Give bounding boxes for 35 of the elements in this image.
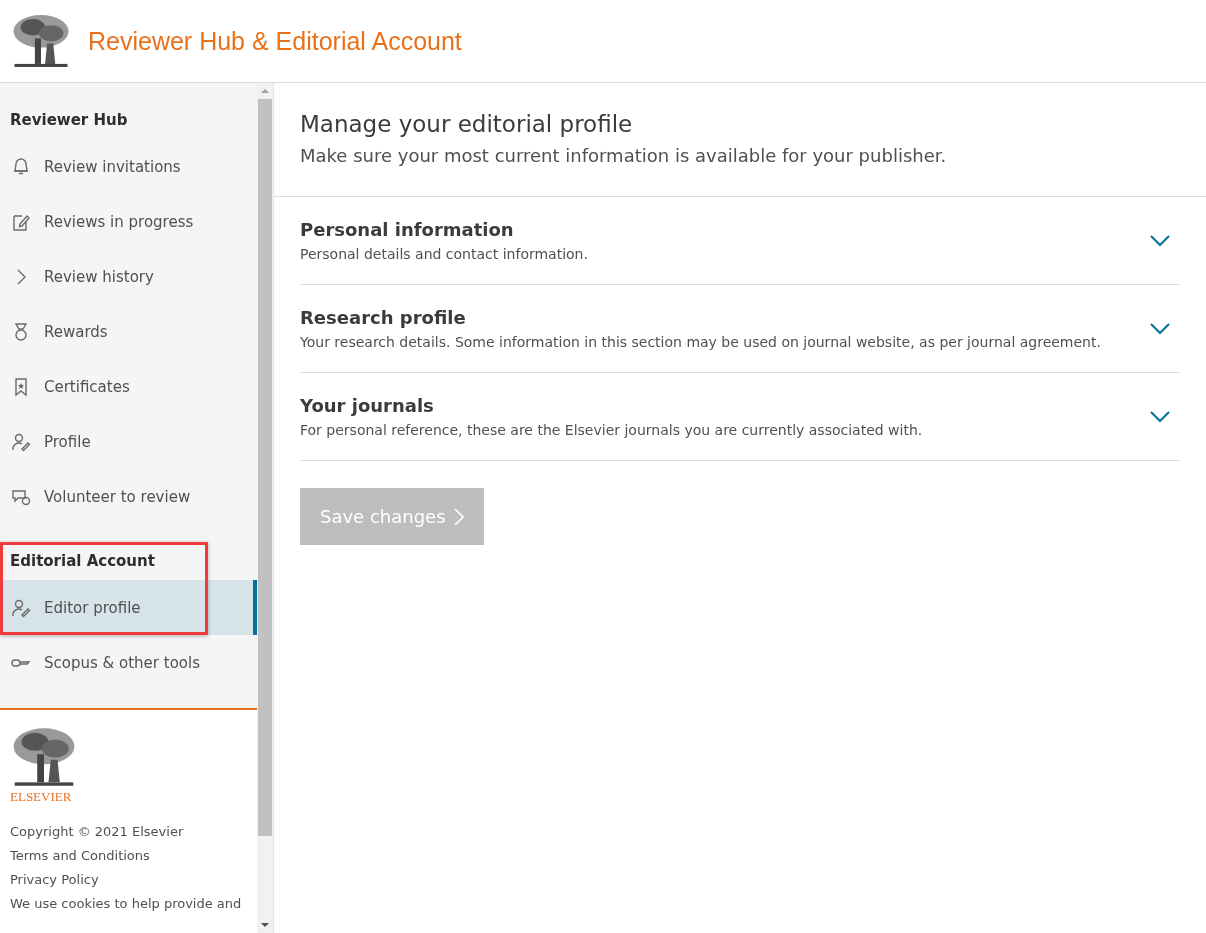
sidebar-item[interactable]: Certificates <box>0 359 257 414</box>
sidebar-item[interactable]: Review invitations <box>0 139 257 194</box>
scrollbar[interactable] <box>257 83 274 933</box>
page-subtitle: Make sure your most current information is available for your publisher. <box>300 145 948 166</box>
chevron-down-icon <box>1150 322 1170 335</box>
footer-text: We use cookies to help provide and <box>10 896 243 911</box>
accordion-description: Personal details and contact information. <box>300 246 588 262</box>
sidebar-item[interactable]: Reviews in progress <box>0 194 257 249</box>
accordion-title: Your journals <box>300 395 435 416</box>
scroll-up-icon[interactable] <box>260 86 270 96</box>
footer-text: Privacy Policy <box>10 872 100 887</box>
accordion-title: Research profile <box>300 307 467 328</box>
accordion-description: For personal reference, these are the Elsevier journals you are currently associated with. <box>300 422 923 438</box>
accordion-header[interactable]: Personal information Personal details and contact information. <box>300 197 1180 285</box>
chevron-down-icon <box>1150 410 1170 423</box>
section-heading: Reviewer Hub <box>9 110 129 131</box>
page-title: Manage your editorial profile <box>300 111 634 137</box>
logo-text: ELSEVIER <box>10 789 73 805</box>
sidebar-item[interactable]: Review history <box>0 249 257 304</box>
section-heading: Editorial Account <box>9 551 156 572</box>
chevron-right-icon <box>453 507 464 526</box>
scroll-down-icon[interactable] <box>260 920 270 930</box>
sidebar-item[interactable]: Rewards <box>0 304 257 359</box>
footer-text: Copyright © 2021 Elsevier <box>10 824 185 839</box>
accordion-description: Your research details. Some information in this section may be used on journal website, as per journal agreement. <box>300 334 1101 350</box>
sidebar-item[interactable]: Volunteer to review <box>0 469 257 524</box>
sidebar-item[interactable]: Profile <box>0 414 257 469</box>
scroll-thumb[interactable] <box>258 99 272 836</box>
accordion-header[interactable]: Research profile Your research details. Some information in this section may be used on journal website, as per journal agreement. <box>300 285 1180 373</box>
accordion-title: Personal information <box>300 219 515 240</box>
chevron-down-icon <box>1150 234 1170 247</box>
sidebar-item[interactable]: Scopus & other tools <box>0 635 257 690</box>
app-title: Reviewer Hub & Editorial Account <box>88 26 462 56</box>
accordion-header[interactable]: Your journals For personal reference, these are the Elsevier journals you are currently associated with. <box>300 373 1180 461</box>
footer-text: Terms and Conditions <box>10 848 151 863</box>
